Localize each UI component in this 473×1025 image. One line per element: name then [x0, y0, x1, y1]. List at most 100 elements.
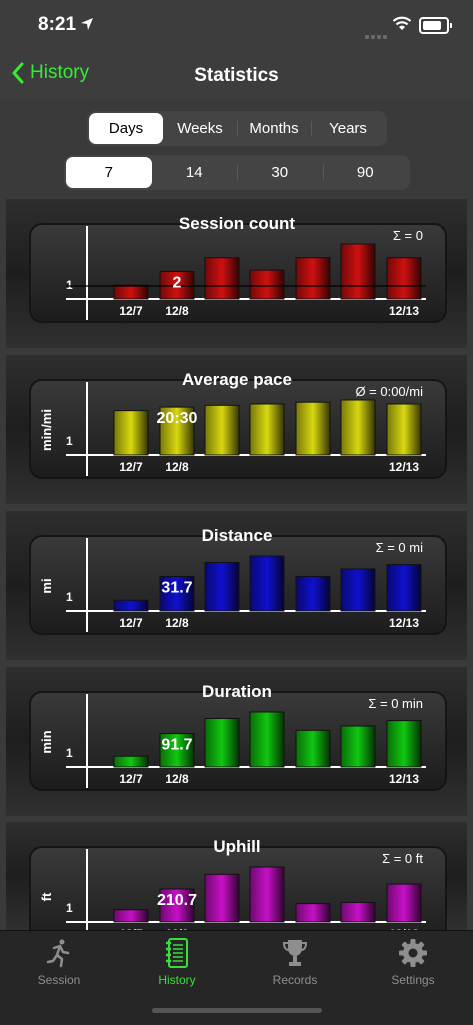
chart-summary: Σ = 0 ft — [382, 851, 423, 866]
bar — [249, 711, 285, 768]
period-segmented-control: Days Weeks Months Years — [87, 111, 387, 146]
chart-title: Session count — [179, 214, 296, 233]
tab-history[interactable]: History — [127, 937, 227, 987]
chart-title: Distance — [202, 526, 273, 545]
period-segment-years[interactable]: Years — [311, 113, 385, 144]
bar — [204, 561, 240, 612]
y-tick-label: 1 — [66, 590, 73, 604]
bar — [340, 901, 376, 923]
chart-svg: 1 12/7 12/8 12/13 20:30 Average pace Ø = 0:00/… — [29, 370, 447, 479]
bar — [113, 284, 149, 300]
period-segment-months[interactable]: Months — [237, 113, 311, 144]
location-arrow-icon — [81, 18, 93, 30]
trophy-icon — [282, 940, 308, 966]
tab-settings-label: Settings — [391, 973, 435, 987]
notebook-icon — [166, 938, 188, 968]
bar — [340, 568, 376, 612]
bar-value-label: 31.7 — [161, 579, 192, 596]
chart-summary: Σ = 0 — [393, 228, 423, 243]
x-tick-label: 12/7 — [119, 616, 143, 630]
bar — [386, 883, 422, 923]
bar-value-label: 91.7 — [161, 737, 192, 754]
period-segment-weeks[interactable]: Weeks — [163, 113, 237, 144]
navigation-bar: History Statistics — [0, 52, 473, 100]
range-segmented-control: 7 14 30 90 — [64, 155, 410, 190]
bar — [249, 866, 285, 923]
home-indicator — [152, 1008, 322, 1013]
y-tick-label: 1 — [66, 278, 73, 292]
x-tick-label: 12/7 — [119, 304, 143, 318]
bar — [386, 720, 422, 768]
chart-svg: 1 12/7 12/8 12/13 91.7 Duration Σ = 0 min min — [29, 682, 447, 791]
bar — [340, 725, 376, 768]
x-tick-label: 12/7 — [119, 460, 143, 474]
bar — [340, 243, 376, 300]
range-segment-30[interactable]: 30 — [237, 157, 323, 188]
bar — [204, 873, 240, 923]
y-tick-label: 1 — [66, 746, 73, 760]
chart-svg: 1 12/7 12/8 12/13 2 Session count Σ = 0 — [29, 214, 447, 323]
chart-panel-distance: 1 12/7 12/8 12/13 31.7 Distance Σ = 0 mi mi — [6, 511, 467, 660]
x-tick-label: 12/8 — [165, 304, 189, 318]
chart-title: Uphill — [213, 837, 260, 856]
bar-value-label: 210.7 — [157, 892, 197, 909]
bar — [249, 269, 285, 300]
chart-panel-average-pace: 1 12/7 12/8 12/13 20:30 Average pace Ø = 0:00/… — [6, 355, 467, 504]
range-segment-90[interactable]: 90 — [322, 157, 409, 188]
wifi-icon — [392, 16, 412, 30]
x-tick-label: 12/13 — [389, 616, 419, 630]
x-tick-label: 12/7 — [119, 772, 143, 786]
bar-value-label: 2 — [173, 275, 182, 292]
chart-svg: 1 12/7 12/8 12/13 31.7 Distance Σ = 0 mi mi — [29, 526, 447, 635]
status-bar: 8:21 — [0, 0, 473, 52]
chart-panel-duration: 1 12/7 12/8 12/13 91.7 Duration Σ = 0 min min — [6, 667, 467, 816]
bar — [249, 555, 285, 612]
signal-icon — [365, 26, 389, 44]
tab-settings[interactable]: Settings — [363, 937, 463, 987]
y-axis-label: mi — [39, 578, 54, 593]
chart-svg: 112/712/812/13210.7UphillΣ = 0 ftft — [29, 837, 447, 930]
y-axis-label: min/mi — [39, 409, 54, 451]
x-tick-label: 12/8 — [165, 460, 189, 474]
bar — [204, 717, 240, 768]
bar — [113, 599, 149, 612]
chart-title: Duration — [202, 682, 272, 701]
tab-history-label: History — [158, 973, 196, 987]
bar — [386, 564, 422, 612]
chart-title: Average pace — [182, 370, 292, 389]
bar — [204, 257, 240, 300]
gear-icon — [399, 939, 427, 967]
bar — [113, 909, 149, 923]
chart-panel-session-count: 1 12/7 12/8 12/13 2 Session count Σ = 0 — [6, 199, 467, 348]
chart-summary: Ø = 0:00/mi — [355, 384, 423, 399]
runner-icon — [46, 939, 70, 968]
bar — [386, 257, 422, 300]
bar — [340, 399, 376, 456]
page-title: Statistics — [194, 65, 279, 86]
battery-icon — [419, 17, 452, 34]
bar — [249, 403, 285, 456]
tab-session[interactable]: Session — [9, 937, 109, 987]
y-tick-label: 1 — [66, 434, 73, 448]
bar — [295, 729, 331, 768]
bar — [295, 575, 331, 612]
chart-panel-uphill: 112/712/812/13210.7UphillΣ = 0 ftft — [6, 822, 467, 930]
status-time: 8:21 — [38, 14, 77, 35]
y-axis-label: ft — [39, 892, 54, 901]
bar — [295, 903, 331, 923]
range-segment-14[interactable]: 14 — [152, 157, 238, 188]
chart-summary: Σ = 0 min — [368, 696, 423, 711]
x-tick-label: 12/13 — [389, 772, 419, 786]
bar — [113, 755, 149, 768]
y-tick-label: 1 — [66, 901, 73, 915]
x-tick-label: 12/8 — [165, 616, 189, 630]
period-segment-days[interactable]: Days — [89, 113, 163, 144]
x-tick-label: 12/8 — [165, 772, 189, 786]
range-segment-7[interactable]: 7 — [66, 157, 152, 188]
x-tick-label: 12/13 — [389, 460, 419, 474]
x-tick-label: 12/13 — [389, 304, 419, 318]
bar-value-label: 20:30 — [157, 410, 198, 427]
tab-records[interactable]: Records — [245, 937, 345, 987]
bar — [386, 403, 422, 456]
y-axis-label: min — [39, 730, 54, 753]
